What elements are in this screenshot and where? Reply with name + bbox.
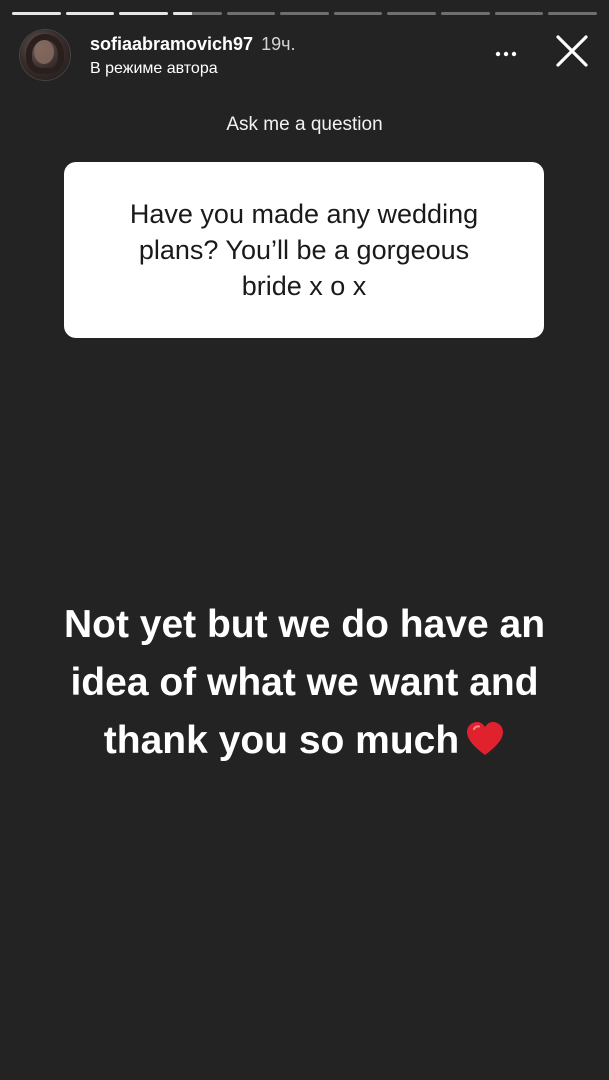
story-header: sofiaabramovich97 19ч. В режиме автора <box>20 30 589 82</box>
post-time: 19ч. <box>261 34 296 54</box>
story-progress-segment <box>119 12 168 15</box>
story-progress-segment <box>12 12 61 15</box>
answer-text-block: Not yet but we do have an idea of what w… <box>20 596 589 770</box>
question-text: Have you made any wedding plans? You’ll … <box>129 199 479 301</box>
story-progress-segment <box>548 12 598 15</box>
story-progress-segment <box>65 12 115 15</box>
close-icon[interactable] <box>555 34 589 68</box>
story-progress-segment <box>387 12 437 15</box>
story-progress-segment <box>333 12 383 15</box>
question-sticker-title: Ask me a question <box>226 114 383 135</box>
user-line: sofiaabramovich97 19ч. <box>90 34 295 55</box>
story-progress-bar <box>12 12 598 15</box>
story-progress-fill <box>12 12 61 15</box>
red-heart-icon <box>467 722 504 755</box>
story-progress-segment <box>226 12 276 15</box>
avatar[interactable] <box>20 30 70 80</box>
author-mode-label: В режиме автора <box>90 60 218 77</box>
avatar-face <box>34 40 54 64</box>
story-progress-fill <box>119 12 168 15</box>
story-progress-segment <box>280 12 329 15</box>
more-horizontal-icon[interactable] <box>491 36 521 66</box>
story-progress-segment <box>494 12 544 15</box>
story-progress-fill <box>65 12 115 15</box>
question-sticker-card[interactable]: Have you made any wedding plans? You’ll … <box>64 162 544 338</box>
username[interactable]: sofiaabramovich97 <box>90 34 253 54</box>
story-progress-fill <box>172 12 193 15</box>
story-progress-segment <box>441 12 490 15</box>
story-progress-segment <box>172 12 222 15</box>
